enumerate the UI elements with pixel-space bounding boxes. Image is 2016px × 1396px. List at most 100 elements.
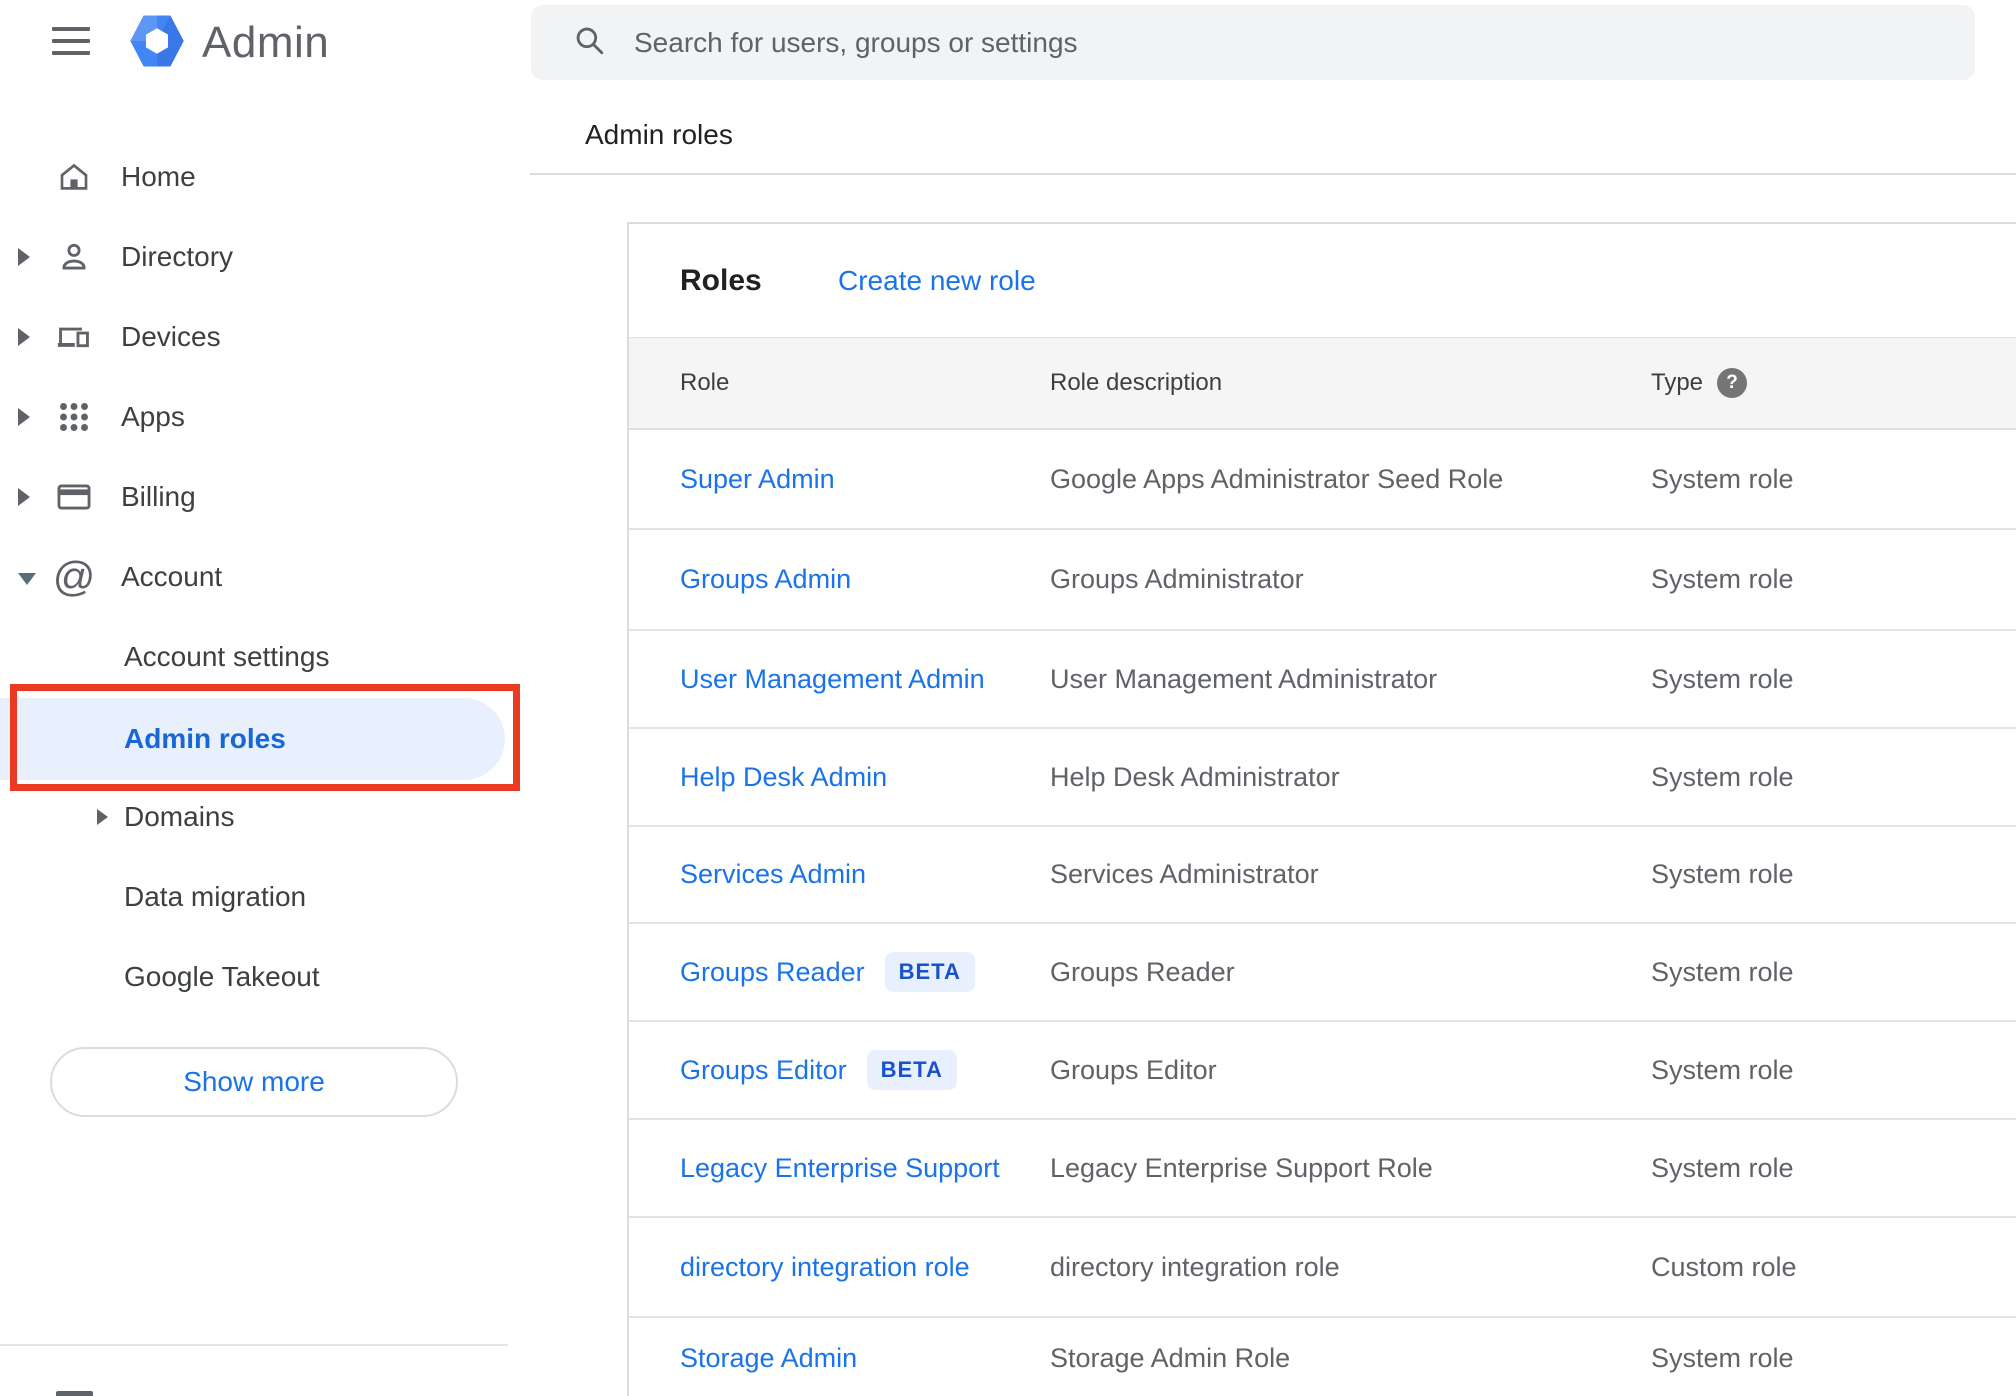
table-row: User Management Admin User Management Ad… bbox=[629, 631, 2016, 729]
roles-card: Roles Create new role Role Role descript… bbox=[627, 222, 2016, 1396]
table-row: Super Admin Google Apps Administrator Se… bbox=[629, 430, 2016, 530]
search-icon bbox=[572, 23, 606, 62]
expand-caret-icon[interactable] bbox=[18, 248, 30, 266]
show-more-button[interactable]: Show more bbox=[50, 1047, 458, 1117]
role-type: System role bbox=[1651, 761, 1794, 792]
collapse-caret-icon[interactable] bbox=[18, 573, 36, 585]
role-link[interactable]: Storage Admin bbox=[680, 1343, 857, 1374]
sidebar-item-data-migration[interactable]: Data migration bbox=[0, 857, 514, 937]
table-row: Legacy Enterprise Support Legacy Enterpr… bbox=[629, 1120, 2016, 1218]
role-description: User Management Administrator bbox=[1050, 663, 1438, 694]
column-header-type: Type bbox=[1651, 369, 1704, 396]
person-icon bbox=[55, 238, 93, 276]
show-more-label: Show more bbox=[183, 1066, 325, 1097]
admin-console: Admin Home Directory Devices Apps Billin… bbox=[0, 0, 2016, 1396]
sidebar-item-apps[interactable]: Apps bbox=[0, 377, 514, 457]
hamburger-menu-icon[interactable] bbox=[52, 27, 90, 57]
beta-badge: BETA bbox=[866, 1050, 957, 1090]
sidebar-item-domains[interactable]: Domains bbox=[0, 777, 514, 857]
role-link[interactable]: Groups Reader bbox=[680, 957, 865, 988]
role-type: System role bbox=[1651, 663, 1794, 694]
expand-caret-icon[interactable] bbox=[18, 328, 30, 346]
header-divider bbox=[530, 173, 2016, 175]
home-icon bbox=[55, 158, 93, 196]
search-bar[interactable] bbox=[531, 5, 1975, 80]
sidebar-item-label: Directory bbox=[121, 241, 234, 272]
at-sign-icon: @ bbox=[52, 553, 96, 600]
sidebar-item-home[interactable]: Home bbox=[0, 137, 514, 217]
sidebar-item-label: Domains bbox=[124, 801, 235, 832]
role-type: System role bbox=[1651, 564, 1794, 594]
admin-logo-icon bbox=[128, 12, 186, 75]
sidebar-item-label: Account bbox=[121, 561, 223, 592]
role-description: Legacy Enterprise Support Role bbox=[1050, 1152, 1433, 1183]
role-link[interactable]: User Management Admin bbox=[680, 664, 985, 695]
role-description: Groups Administrator bbox=[1050, 564, 1304, 594]
apps-grid-icon bbox=[55, 398, 93, 436]
sidebar-divider bbox=[0, 1344, 508, 1346]
search-input[interactable] bbox=[634, 26, 1975, 59]
column-header-role: Role bbox=[680, 369, 730, 396]
brand-name: Admin bbox=[202, 18, 330, 67]
sidebar-item-label: Home bbox=[121, 161, 196, 192]
role-link[interactable]: Groups Admin bbox=[680, 564, 851, 595]
table-row: Groups Reader BETA Groups Reader System … bbox=[629, 924, 2016, 1022]
role-type: System role bbox=[1651, 1152, 1794, 1183]
sidebar-item-google-takeout[interactable]: Google Takeout bbox=[0, 937, 514, 1017]
sidebar-item-account[interactable]: @ Account bbox=[0, 537, 514, 617]
table-row: Groups Editor BETA Groups Editor System … bbox=[629, 1022, 2016, 1120]
table-row: Services Admin Services Administrator Sy… bbox=[629, 827, 2016, 924]
sidebar-item-label: Data migration bbox=[124, 881, 307, 912]
role-type: System role bbox=[1651, 1342, 1794, 1373]
partial-bottom-icon bbox=[56, 1391, 93, 1396]
role-description: Google Apps Administrator Seed Role bbox=[1050, 463, 1504, 494]
roles-card-header: Roles Create new role bbox=[629, 224, 2016, 337]
sidebar-item-label: Account settings bbox=[124, 641, 330, 672]
column-header-role-description: Role description bbox=[1050, 369, 1223, 396]
beta-badge: BETA bbox=[884, 952, 975, 992]
create-new-role-link[interactable]: Create new role bbox=[838, 224, 1036, 337]
table-row: Help Desk Admin Help Desk Administrator … bbox=[629, 729, 2016, 827]
brand[interactable]: Admin bbox=[128, 12, 329, 74]
role-link[interactable]: Groups Editor bbox=[680, 1055, 847, 1086]
role-description: Groups Editor bbox=[1050, 1054, 1217, 1085]
sidebar-item-billing[interactable]: Billing bbox=[0, 457, 514, 537]
role-description: Help Desk Administrator bbox=[1050, 761, 1340, 792]
sidebar: Admin Home Directory Devices Apps Billin… bbox=[0, 0, 520, 1396]
sidebar-item-label: Google Takeout bbox=[124, 961, 320, 992]
help-icon[interactable]: ? bbox=[1717, 368, 1747, 398]
sidebar-item-label: Apps bbox=[121, 401, 185, 432]
role-link[interactable]: Help Desk Admin bbox=[680, 762, 887, 793]
role-link[interactable]: directory integration role bbox=[680, 1252, 970, 1283]
expand-caret-icon[interactable] bbox=[18, 408, 30, 426]
credit-card-icon bbox=[55, 478, 93, 516]
expand-caret-icon[interactable] bbox=[18, 488, 30, 506]
role-type: System role bbox=[1651, 859, 1794, 889]
roles-title: Roles bbox=[680, 263, 762, 297]
sidebar-item-directory[interactable]: Directory bbox=[0, 217, 514, 297]
table-header-row: Role Role description Type ? bbox=[629, 337, 2016, 430]
table-row: Groups Admin Groups Administrator System… bbox=[629, 530, 2016, 631]
sidebar-item-account-settings[interactable]: Account settings bbox=[0, 617, 514, 697]
breadcrumb: Admin roles bbox=[585, 119, 733, 150]
role-link[interactable]: Super Admin bbox=[680, 464, 835, 495]
role-description: Services Administrator bbox=[1050, 859, 1319, 889]
table-row: Storage Admin Storage Admin Role System … bbox=[629, 1318, 2016, 1396]
role-type: System role bbox=[1651, 463, 1794, 494]
role-description: directory integration role bbox=[1050, 1251, 1340, 1282]
sidebar-item-label: Billing bbox=[121, 481, 196, 512]
expand-caret-icon[interactable] bbox=[97, 809, 108, 825]
sidebar-item-devices[interactable]: Devices bbox=[0, 297, 514, 377]
sidebar-item-label: Admin roles bbox=[124, 723, 286, 754]
table-row: directory integration role directory int… bbox=[629, 1218, 2016, 1318]
devices-icon bbox=[55, 318, 93, 356]
sidebar-item-admin-roles[interactable]: Admin roles bbox=[0, 698, 505, 780]
role-description: Storage Admin Role bbox=[1050, 1342, 1291, 1373]
role-link[interactable]: Legacy Enterprise Support bbox=[680, 1153, 1000, 1184]
role-description: Groups Reader bbox=[1050, 956, 1235, 987]
role-type: System role bbox=[1651, 956, 1794, 987]
role-type: System role bbox=[1651, 1054, 1794, 1085]
sidebar-item-label: Devices bbox=[121, 321, 221, 352]
role-type: Custom role bbox=[1651, 1251, 1797, 1282]
role-link[interactable]: Services Admin bbox=[680, 859, 866, 890]
